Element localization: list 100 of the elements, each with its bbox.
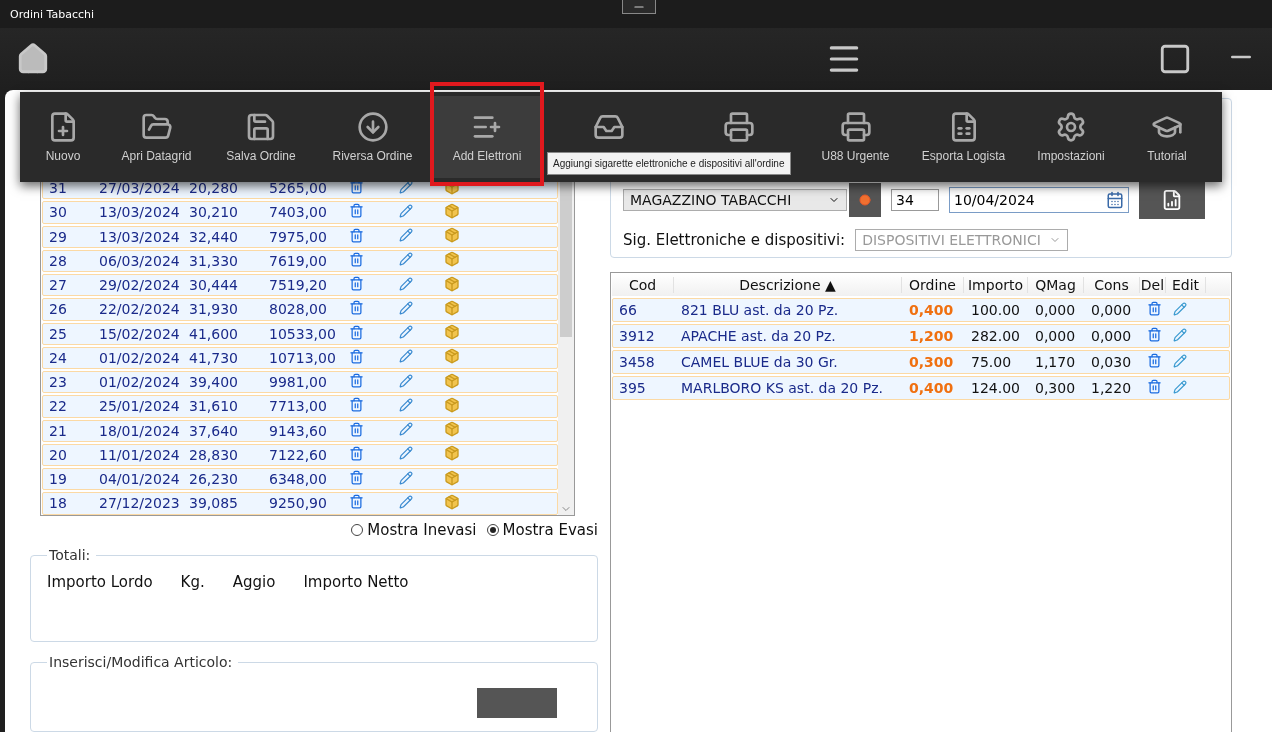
table-cell-text: 0,000 — [1090, 302, 1133, 318]
radio-option[interactable]: Mostra Evasi — [486, 519, 598, 541]
toolbar-button[interactable]: Salva Ordine — [207, 96, 315, 178]
table-cell-text: 25 — [48, 325, 68, 342]
table-cell-text: 27/12/2023 — [98, 495, 181, 512]
table-cell-text: 13/03/2024 — [98, 204, 181, 221]
table-cell-text: 15/02/2024 — [98, 325, 181, 342]
calendar-icon[interactable] — [1106, 191, 1124, 209]
record-button[interactable] — [849, 183, 881, 217]
table-cell-text: 0,000 — [1034, 302, 1077, 318]
table-cell-text: 41,600 — [188, 325, 239, 342]
table-cell-text: 821 BLU ast. da 20 Pz. — [680, 302, 840, 318]
radio-label: Mostra Evasi — [502, 521, 598, 540]
table-cell-text: 1,170 — [1034, 354, 1077, 370]
table-cell-text: 27/03/2024 — [98, 180, 181, 197]
table-cell-text: 124.00 — [970, 380, 1021, 396]
toolbar-button[interactable]: Tutorial — [1122, 96, 1212, 178]
table-cell-text: 29 — [48, 228, 68, 245]
supplier-dropdown[interactable]: MAGAZZINO TABACCHI — [623, 189, 847, 211]
toolbar-button[interactable]: Nuovo — [20, 96, 106, 178]
toolbar-button[interactable]: Impostazioni — [1020, 96, 1122, 178]
report-button[interactable] — [1139, 181, 1205, 219]
home-icon[interactable] — [16, 42, 50, 76]
toolbar-button[interactable]: Riversa Ordine — [315, 96, 430, 178]
table-cell-text: 9250,90 — [268, 495, 328, 512]
table-cell-text: 01/02/2024 — [98, 374, 181, 391]
table-cell-text: 0,000 — [1090, 328, 1133, 344]
table-cell-text: 10533,00 — [268, 325, 337, 342]
table-cell-text: 26 — [48, 301, 68, 318]
table-cell-text: 41,730 — [188, 349, 239, 366]
radio-button[interactable] — [486, 524, 499, 537]
table-cell-text: 22/02/2024 — [98, 301, 181, 318]
total-label: Aggio — [232, 573, 276, 593]
table-cell-text: 0,000 — [1034, 328, 1077, 344]
table-cell-text: 282.00 — [970, 328, 1021, 344]
table-cell-text: 39,085 — [188, 495, 239, 512]
table-cell-text: 24 — [48, 349, 68, 366]
table-cell-text: 5265,00 — [268, 180, 328, 197]
table-cell-text: 0,300 — [908, 354, 955, 370]
column-header[interactable]: QMag — [1028, 277, 1084, 293]
number-field[interactable]: 34 — [891, 189, 939, 211]
table-cell-text: 28,830 — [188, 446, 239, 463]
download-icon — [356, 111, 389, 143]
table-cell-text: 7975,00 — [268, 228, 328, 245]
table-cell-text: 25/01/2024 — [98, 398, 181, 415]
table-cell-text: 10713,00 — [268, 349, 337, 366]
table-cell-text: 18 — [48, 495, 68, 512]
table-cell-text: 29/02/2024 — [98, 277, 181, 294]
maximize-icon[interactable] — [1158, 42, 1192, 76]
table-cell-text: 22 — [48, 398, 68, 415]
circle-icon — [859, 194, 871, 206]
printer-icon — [723, 111, 755, 143]
date-field[interactable]: 10/04/2024 — [949, 187, 1129, 213]
table-cell-text: 23 — [48, 374, 68, 391]
pencil-icon[interactable] — [399, 179, 413, 194]
radio-button[interactable] — [351, 524, 364, 537]
restore-button[interactable] — [622, 0, 656, 14]
table-cell-text: 31 — [48, 180, 68, 197]
table-cell-text: 0,400 — [908, 302, 955, 318]
group-title: Inserisci/Modifica Articolo: — [48, 654, 234, 670]
toolbar-button[interactable]: U88 Urgente — [804, 96, 907, 178]
table-cell-text: 26,230 — [188, 471, 239, 488]
table-cell-text: 31,610 — [188, 398, 239, 415]
total-label: Importo Lordo — [47, 573, 153, 593]
save-icon — [245, 111, 277, 143]
table-cell-text: 31,930 — [188, 301, 239, 318]
table-cell-text: 0,030 — [1090, 354, 1133, 370]
table-cell-text: 7122,60 — [268, 446, 328, 463]
table-cell-text: 11/01/2024 — [98, 446, 181, 463]
column-header[interactable]: Edit — [1166, 277, 1206, 293]
table-cell-text: 20,280 — [188, 180, 239, 197]
toolbar-button[interactable]: Esporta Logista — [907, 96, 1020, 178]
table-cell-text: 100.00 — [970, 302, 1021, 318]
table-cell-text: 20 — [48, 446, 68, 463]
table-cell-text: 32,440 — [188, 228, 239, 245]
table-cell-text: 21 — [48, 422, 68, 439]
column-header[interactable]: Cod — [612, 277, 674, 293]
column-header[interactable]: Del — [1140, 277, 1166, 293]
table-cell-text: 9143,60 — [268, 422, 328, 439]
table-cell-text: 395 — [618, 380, 647, 396]
table-cell-text: 30,210 — [188, 204, 239, 221]
table-cell-text: 0,400 — [908, 380, 955, 396]
table-cell-text: 30 — [48, 204, 68, 221]
column-header[interactable]: Descrizione ▲ — [674, 277, 902, 293]
table-cell-text: 28 — [48, 252, 68, 269]
table-cell-text: 7713,00 — [268, 398, 328, 415]
table-cell-text: 6348,00 — [268, 471, 328, 488]
radio-option[interactable]: Mostra Inevasi — [351, 519, 477, 541]
printer-icon — [839, 111, 872, 143]
column-header[interactable]: Cons — [1084, 277, 1140, 293]
table-cell-text: 27 — [48, 277, 68, 294]
total-label: Importo Netto — [303, 573, 409, 593]
toolbar-button[interactable]: Apri Datagrid — [106, 96, 207, 178]
column-header[interactable]: Importo — [964, 277, 1028, 293]
table-cell-text: 0,300 — [1034, 380, 1077, 396]
table-cell-text: 1,220 — [1090, 380, 1133, 396]
table-cell-text: 3912 — [618, 328, 656, 344]
table-cell-text: 19 — [48, 471, 68, 488]
column-header[interactable]: Ordine — [902, 277, 964, 293]
table-cell-text: 3458 — [618, 354, 656, 370]
